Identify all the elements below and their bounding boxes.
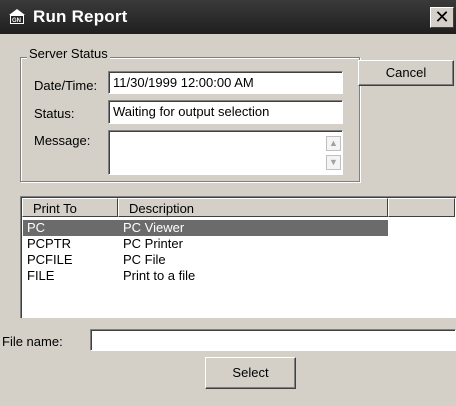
print-destination-list[interactable]: Print To Description PC PC Viewer PCPTR … <box>20 196 456 318</box>
description-cell: PC Viewer <box>123 220 185 235</box>
date-time-field[interactable]: 11/30/1999 12:00:00 AM <box>108 71 343 94</box>
list-item[interactable]: PCFILE PC File <box>23 252 388 268</box>
column-header-filler <box>388 198 455 217</box>
description-cell: PC Printer <box>123 236 183 251</box>
print-to-cell: PCPTR <box>27 236 72 251</box>
file-name-label: File name: <box>2 334 63 349</box>
title-bar[interactable]: GN Run Report ✕ <box>0 0 456 34</box>
cancel-button[interactable]: Cancel <box>358 60 454 86</box>
close-icon: ✕ <box>434 7 450 27</box>
print-to-cell: PC <box>27 220 46 235</box>
description-cell: PC File <box>123 252 166 267</box>
scroll-up-button[interactable]: ▲ <box>326 136 341 151</box>
window-title: Run Report <box>33 7 128 26</box>
column-header-description[interactable]: Description <box>118 198 388 217</box>
chevron-up-icon: ▲ <box>329 138 338 148</box>
select-button[interactable]: Select <box>205 357 296 389</box>
description-cell: Print to a file <box>123 268 196 283</box>
app-icon: GN <box>9 9 25 24</box>
file-name-input[interactable] <box>90 329 456 351</box>
scroll-down-button[interactable]: ▼ <box>326 155 341 170</box>
svg-text:GN: GN <box>12 18 21 24</box>
list-item[interactable]: PC PC Viewer <box>23 220 388 236</box>
message-label: Message: <box>34 133 91 148</box>
status-field[interactable]: Waiting for output selection <box>108 100 343 124</box>
run-report-dialog: GN Run Report ✕ Server Status Date/Time:… <box>0 0 456 406</box>
list-item[interactable]: FILE Print to a file <box>23 268 388 284</box>
list-item[interactable]: PCPTR PC Printer <box>23 236 388 252</box>
status-label: Status: <box>34 106 75 121</box>
server-status-label: Server Status <box>27 46 110 61</box>
date-time-label: Date/Time: <box>34 78 98 93</box>
column-header-print-to[interactable]: Print To <box>22 198 118 217</box>
close-button[interactable]: ✕ <box>430 7 454 28</box>
print-to-cell: PCFILE <box>27 252 73 267</box>
message-field[interactable] <box>108 130 343 175</box>
chevron-down-icon: ▼ <box>329 157 338 167</box>
print-to-cell: FILE <box>27 268 55 283</box>
